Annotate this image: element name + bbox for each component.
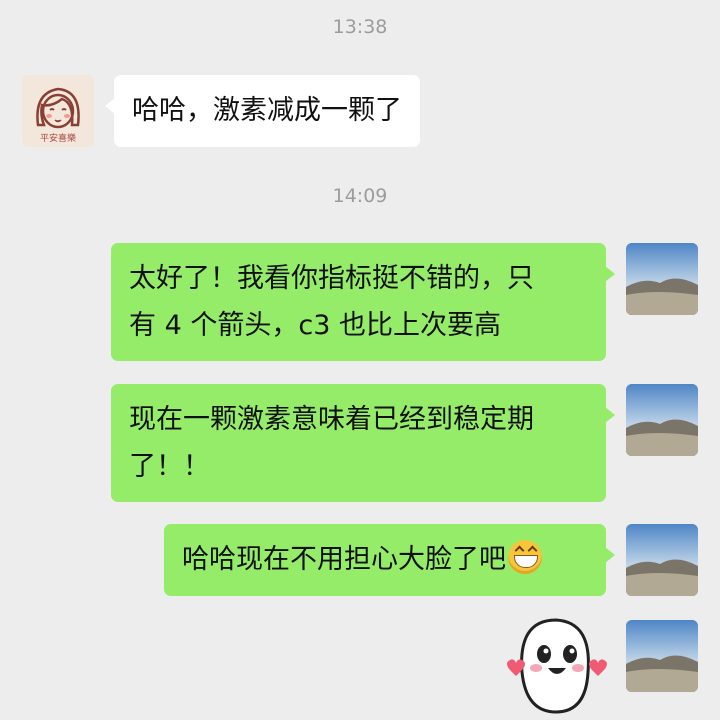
message-text: 哈哈现在不用担心大脸了吧	[182, 544, 506, 575]
message-bubble-sent[interactable]: 现在一颗激素意味着已经到稳定期 了！！	[111, 384, 615, 502]
landscape-avatar-icon	[626, 384, 698, 456]
grinning-face-icon	[508, 540, 542, 574]
message-line: 哈哈现在不用担心大脸了吧	[182, 536, 588, 583]
avatar-caption: 平安喜樂	[39, 134, 76, 144]
cute-face-hearts-sticker-icon	[507, 618, 607, 714]
message-bubble-sent[interactable]: 哈哈现在不用担心大脸了吧	[164, 524, 615, 596]
message-bubble-sent[interactable]: 太好了！我看你指标挺不错的，只 有 4 个箭头，c3 也比上次要高	[111, 243, 615, 361]
message-text-line: 有 4 个箭头，c3 也比上次要高	[129, 310, 501, 341]
landscape-avatar-icon	[626, 620, 698, 692]
self-avatar[interactable]	[626, 243, 698, 315]
landscape-avatar-icon	[626, 524, 698, 596]
self-avatar[interactable]	[626, 524, 698, 596]
self-avatar[interactable]	[626, 620, 698, 692]
contact-avatar[interactable]: 平安喜樂	[22, 75, 94, 147]
timestamp: 13:38	[332, 16, 388, 38]
message-text: 哈哈，激素减成一颗了	[132, 95, 402, 126]
message-text-line: 太好了！我看你指标挺不错的，只	[129, 263, 534, 294]
message-bubble-received[interactable]: 哈哈，激素减成一颗了	[105, 75, 420, 147]
self-avatar[interactable]	[626, 384, 698, 456]
landscape-avatar-icon	[626, 243, 698, 315]
sticker-message[interactable]	[500, 612, 610, 716]
timestamp: 14:09	[332, 185, 388, 207]
message-text-line: 现在一颗激素意味着已经到稳定期	[129, 404, 534, 435]
message-text-line: 了！！	[129, 451, 210, 482]
